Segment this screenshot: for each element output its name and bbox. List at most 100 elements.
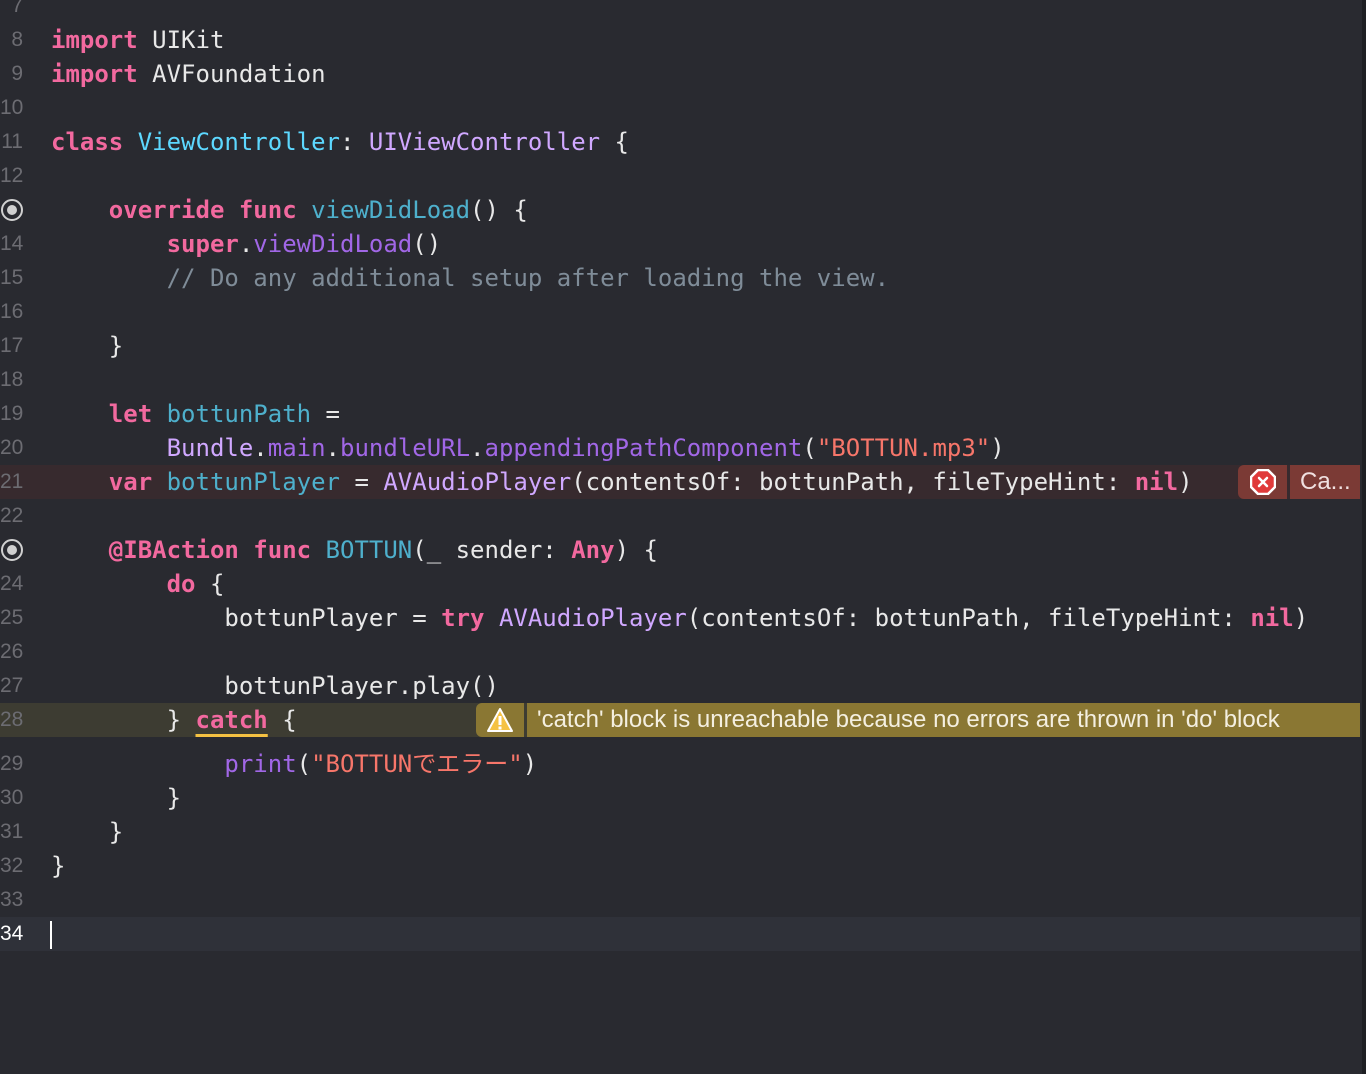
code-text: print("BOTTUNでエラー") xyxy=(51,747,537,781)
code-text: // Do any additional setup after loading… xyxy=(51,261,889,295)
text-cursor xyxy=(50,921,52,949)
code-line-29[interactable]: 29 print("BOTTUNでエラー") xyxy=(0,737,1360,781)
line-number: 22 xyxy=(0,504,24,527)
code-token: "BOTTUN.mp3" xyxy=(816,434,991,462)
code-token: appendingPathComponent xyxy=(484,434,803,462)
line-number: 25 xyxy=(0,606,24,629)
code-token: viewDidLoad xyxy=(253,230,413,258)
code-token: bottunPlayer = xyxy=(51,604,442,632)
code-text: super.viewDidLoad() xyxy=(51,227,442,261)
line-number: 8 xyxy=(11,28,23,51)
code-token: { xyxy=(600,128,629,156)
code-token: } xyxy=(51,706,196,734)
code-text: class ViewController: UIViewController { xyxy=(51,125,629,159)
code-line-32[interactable]: 32} xyxy=(0,849,1360,883)
code-token: import xyxy=(51,60,138,88)
code-text: } xyxy=(51,329,123,363)
code-line-18[interactable]: 18 xyxy=(0,363,1360,397)
code-line-22[interactable]: 22 xyxy=(0,499,1360,533)
code-token: bottunPlayer.play() xyxy=(51,672,499,700)
code-line-13[interactable]: override func viewDidLoad() { xyxy=(0,193,1360,227)
line-number: 27 xyxy=(0,674,24,697)
line-number: 18 xyxy=(0,368,24,391)
code-token: : xyxy=(340,128,369,156)
code-token: var xyxy=(108,468,153,496)
code-text: } xyxy=(51,781,181,815)
code-line-10[interactable]: 10 xyxy=(0,91,1360,125)
code-token: (contentsOf: bottunPath, fileTypeHint: xyxy=(686,604,1251,632)
code-token: . xyxy=(238,230,254,258)
breakpoint-icon[interactable] xyxy=(1,199,23,221)
code-token: catch xyxy=(195,706,268,734)
code-line-11[interactable]: 11 class ViewController: UIViewController… xyxy=(0,125,1360,159)
warning-annotation[interactable]: 'catch' block is unreachable because no … xyxy=(476,703,1360,737)
code-text: Bundle.main.bundleURL.appendingPathCompo… xyxy=(51,431,1005,465)
error-annotation[interactable]: Ca... xyxy=(1238,465,1360,499)
editor-scroll-edge xyxy=(1362,0,1366,1074)
code-line-31[interactable]: 31 } xyxy=(0,815,1360,849)
code-text: override func viewDidLoad() { xyxy=(51,193,528,227)
code-token: ( xyxy=(296,750,312,778)
code-token: () { xyxy=(470,196,528,224)
line-number: 17 xyxy=(0,334,24,357)
code-token: main xyxy=(267,434,326,462)
error-message: Ca... xyxy=(1290,465,1360,499)
code-line-25[interactable]: 25 bottunPlayer = try AVAudioPlayer(cont… xyxy=(0,601,1360,635)
code-token: ViewController xyxy=(137,128,340,156)
code-token: Bundle xyxy=(166,434,254,462)
code-line-20[interactable]: 20 Bundle.main.bundleURL.appendingPathCo… xyxy=(0,431,1360,465)
warning-triangle-icon xyxy=(476,703,524,737)
line-number: 21 xyxy=(0,470,24,493)
code-line-17[interactable]: 17 } xyxy=(0,329,1360,363)
code-token: } xyxy=(51,852,66,880)
code-line-7[interactable]: 7 xyxy=(0,0,1360,23)
code-token: AVFoundation xyxy=(137,60,326,88)
code-line-26[interactable]: 26 xyxy=(0,635,1360,669)
code-line-28[interactable]: 28 } catch { 'catch' block is unreachabl… xyxy=(0,703,1360,737)
code-line-33[interactable]: 33 xyxy=(0,883,1360,917)
line-number: 7 xyxy=(11,0,23,17)
code-token: do xyxy=(166,570,196,598)
code-line-24[interactable]: 24 do { xyxy=(0,567,1360,601)
line-number: 33 xyxy=(0,888,24,911)
code-line-30[interactable]: 30 } xyxy=(0,781,1360,815)
code-line-15[interactable]: 15 // Do any additional setup after load… xyxy=(0,261,1360,295)
code-token: } xyxy=(51,784,182,812)
code-token: AVAudioPlayer xyxy=(498,604,687,632)
code-token: bottunPath xyxy=(166,400,312,428)
code-token: nil xyxy=(1250,604,1294,632)
code-line-14[interactable]: 14 super.viewDidLoad() xyxy=(0,227,1360,261)
code-line-8[interactable]: 8 import UIKit xyxy=(0,23,1360,57)
code-line-9[interactable]: 9 import AVFoundation xyxy=(0,57,1360,91)
code-line-12[interactable]: 12 xyxy=(0,159,1360,193)
error-x-icon xyxy=(1238,465,1287,499)
line-number: 11 xyxy=(1,130,23,153)
code-token: } xyxy=(51,818,124,846)
line-number: 16 xyxy=(0,300,24,323)
code-line-16[interactable]: 16 xyxy=(0,295,1360,329)
line-number: 34 xyxy=(0,922,24,945)
code-editor[interactable]: 7 8 import UIKit 9 import AVFoundation 10 11 cl… xyxy=(0,0,1366,951)
code-line-21[interactable]: 21 var bottunPlayer = AVAudioPlayer(cont… xyxy=(0,465,1360,499)
code-token: BOTTUN xyxy=(325,536,413,564)
code-token: ) { xyxy=(614,536,658,564)
code-line-19[interactable]: 19 let bottunPath = xyxy=(0,397,1360,431)
code-token: = xyxy=(311,400,341,428)
code-line-34[interactable]: 34 xyxy=(0,917,1360,951)
line-number: 29 xyxy=(0,752,24,775)
code-line-27[interactable]: 27 bottunPlayer.play() xyxy=(0,669,1360,703)
code-token: ( xyxy=(802,434,817,462)
code-line-23[interactable]: @IBAction func BOTTUN(_ sender: Any) { xyxy=(0,533,1360,567)
code-token: (contentsOf: bottunPath, fileTypeHint: xyxy=(571,468,1135,496)
breakpoint-icon[interactable] xyxy=(1,539,23,561)
line-number: 24 xyxy=(0,572,24,595)
code-token: () xyxy=(412,230,442,258)
